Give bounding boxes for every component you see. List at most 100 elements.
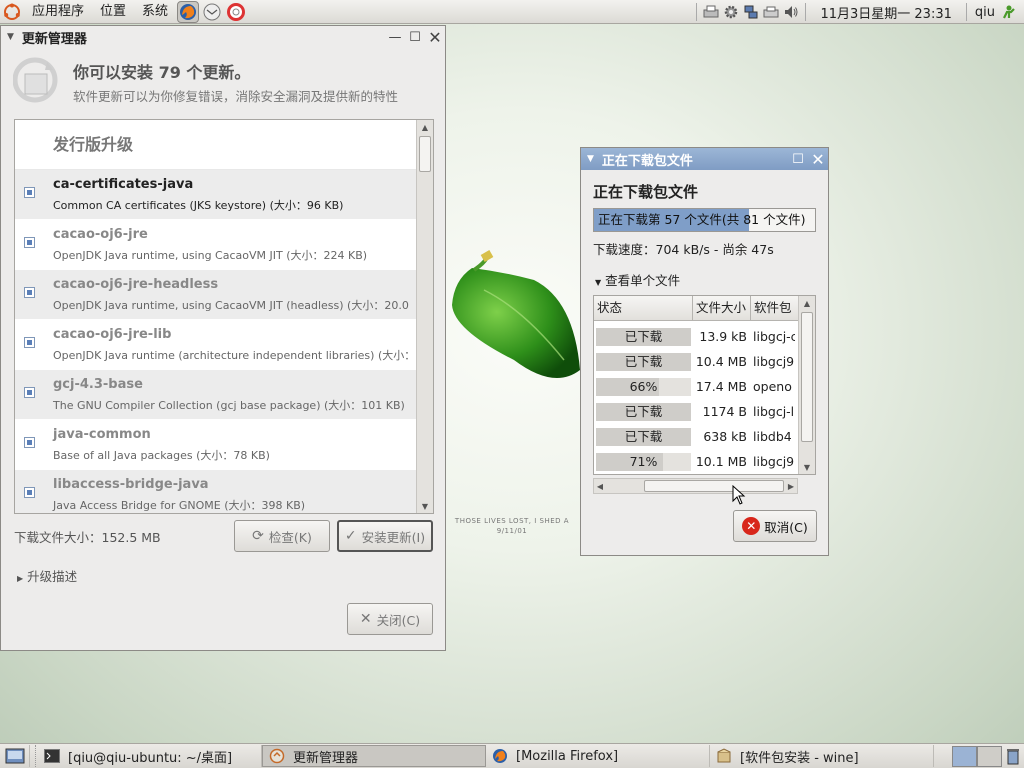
file-row[interactable]: 已下载 10.4 MB libgcj9 (594, 349, 798, 374)
file-status-text: 66% (629, 378, 658, 394)
package-checkbox[interactable] (24, 237, 35, 248)
task-update-manager[interactable]: 更新管理器 (262, 745, 486, 767)
dialog-heading: 正在下载包文件 (593, 183, 699, 201)
close-icon[interactable]: ✕ (425, 27, 445, 47)
file-table-hscrollbar[interactable]: ◀ ▶ (593, 478, 798, 494)
file-package: libgcj-c (753, 329, 795, 344)
file-table[interactable]: 状态 文件大小 软件包 已下载 13.9 kB libgcj-c 已下载 10.4 MB… (593, 295, 816, 475)
package-row[interactable]: cacao-oj6-jre-headless OpenJDK Java runt… (15, 270, 433, 320)
maximize-icon[interactable]: ☐ (405, 27, 425, 47)
window-menu-icon[interactable]: ▼ (7, 32, 14, 42)
volume-icon[interactable] (782, 4, 800, 20)
firefox-launcher-icon[interactable] (177, 0, 200, 23)
file-status: 已下载 (594, 327, 693, 346)
package-row[interactable]: gcj-4.3-base The GNU Compiler Collection… (15, 370, 433, 420)
progress-text: 正在下载第 57 个文件(共 81 个文件) (598, 212, 806, 227)
file-size: 1174 B (702, 404, 747, 419)
printer-icon[interactable] (702, 4, 720, 20)
file-size: 10.4 MB (695, 354, 747, 369)
view-files-expander[interactable]: ▼ 查看单个文件 (595, 270, 680, 289)
file-status-bar: 71% (596, 452, 691, 471)
column-size[interactable]: 文件大小 (693, 296, 751, 321)
package-checkbox[interactable] (24, 487, 35, 498)
package-checkbox[interactable] (24, 187, 35, 198)
network-icon[interactable] (742, 4, 760, 20)
scrollbar-thumb[interactable] (801, 312, 813, 442)
file-status: 66% (594, 377, 693, 396)
menu-applications[interactable]: 应用程序 (24, 0, 92, 24)
file-table-scrollbar[interactable]: ▲ ▼ (798, 296, 815, 474)
scroll-down-icon[interactable]: ▼ (799, 460, 815, 474)
package-checkbox[interactable] (24, 337, 35, 348)
file-row[interactable]: 71% 10.1 MB libgcj9 (594, 449, 798, 474)
column-package[interactable]: 软件包 (751, 296, 798, 321)
window-menu-icon[interactable]: ▼ (587, 154, 594, 164)
workspace-1[interactable] (952, 746, 977, 767)
check-button[interactable]: ⟳ 检查(K) (234, 520, 330, 552)
upgrade-description-expander[interactable]: ▶ 升级描述 (17, 566, 77, 585)
package-checkbox[interactable] (24, 387, 35, 398)
refresh-icon: ⟳ (252, 528, 264, 544)
menu-system[interactable]: 系统 (134, 0, 176, 24)
scroll-down-icon[interactable]: ▼ (417, 499, 433, 513)
scroll-up-icon[interactable]: ▲ (799, 296, 815, 310)
workspace-2[interactable] (977, 746, 1002, 767)
scrollbar-thumb[interactable] (419, 136, 431, 172)
help-launcher-icon[interactable] (225, 1, 247, 23)
install-updates-button[interactable]: ✓ 安装更新(I) (337, 520, 433, 552)
close-button-label: 关闭(C) (376, 612, 421, 628)
ubuntu-logo-icon[interactable] (1, 1, 23, 23)
minimize-icon[interactable]: — (385, 27, 405, 47)
download-dialog-titlebar[interactable]: ▼ 正在下载包文件 ☐ ✕ (581, 148, 828, 170)
gear-icon[interactable] (722, 4, 740, 20)
package-checkbox[interactable] (24, 437, 35, 448)
install-button-label: 安装更新(I) (361, 529, 426, 545)
task-firefox[interactable]: [Mozilla Firefox] (486, 745, 710, 767)
logout-icon[interactable] (1000, 4, 1018, 20)
top-panel: 应用程序 位置 系统 11月3日星期一 23:31 qiu (0, 0, 1024, 24)
check-button-label: 检查(K) (268, 529, 312, 545)
package-row[interactable]: cacao-oj6-jre OpenJDK Java runtime, usin… (15, 220, 433, 270)
file-status: 已下载 (594, 402, 693, 421)
checkmark-icon: ✓ (344, 528, 357, 544)
file-row[interactable]: 已下载 13.9 kB libgcj-c (594, 324, 798, 349)
package-list-scrollbar[interactable]: ▲ ▼ (416, 120, 433, 513)
package-row[interactable]: ca-certificates-java Common CA certifica… (15, 170, 433, 220)
file-row[interactable]: 已下载 638 kB libdb4 (594, 424, 798, 449)
download-size: 下载文件大小：152.5 MB (14, 530, 161, 545)
package-list[interactable]: 发行版升级 ca-certificates-java Common CA cer… (14, 119, 434, 514)
column-status[interactable]: 状态 (594, 296, 693, 321)
task-wine-installer[interactable]: [软件包安装 - wine] (710, 745, 934, 767)
maximize-icon[interactable]: ☐ (788, 149, 808, 169)
close-button[interactable]: ✕ 关闭(C) (347, 603, 433, 635)
wallpaper-caption: THOSE LIVES LOST, I SHED A 9/11/01 (447, 516, 577, 536)
file-status-bar: 66% (596, 377, 691, 396)
file-row[interactable]: 已下载 1174 B libgcj-l (594, 399, 798, 424)
package-row[interactable]: libaccess-bridge-java Java Access Bridge… (15, 470, 433, 513)
user-menu[interactable]: qiu (971, 5, 999, 20)
workspace-switcher[interactable] (952, 746, 1002, 767)
wallpaper-leaf-image (444, 250, 584, 400)
scroll-up-icon[interactable]: ▲ (417, 120, 433, 134)
printer-queue-icon[interactable] (762, 4, 780, 20)
package-row[interactable]: cacao-oj6-jre-lib OpenJDK Java runtime (… (15, 320, 433, 370)
package-row[interactable]: java-common Base of all Java packages (大… (15, 420, 433, 470)
show-desktop-icon[interactable] (0, 745, 30, 767)
package-name: cacao-oj6-jre-headless (53, 277, 219, 292)
file-row[interactable]: 66% 17.4 MB openo (594, 374, 798, 399)
close-icon[interactable]: ✕ (808, 149, 828, 169)
package-checkbox[interactable] (24, 287, 35, 298)
cancel-button-label: 取消(C) (764, 519, 808, 535)
cancel-button[interactable]: ✕ 取消(C) (733, 510, 817, 542)
scroll-left-icon[interactable]: ◀ (594, 479, 606, 493)
menu-places[interactable]: 位置 (92, 0, 134, 24)
trash-icon[interactable] (1004, 746, 1022, 766)
task-terminal[interactable]: [qiu@qiu-ubuntu: ~/桌面] (38, 745, 262, 767)
wallpaper-caption-line-1: THOSE LIVES LOST, I SHED A (454, 517, 570, 525)
update-count-headline: 你可以安装 79 个更新。 (73, 63, 251, 82)
clock[interactable]: 11月3日星期一 23:31 (810, 3, 961, 22)
mail-launcher-icon[interactable] (201, 1, 223, 23)
scrollbar-thumb[interactable] (644, 480, 784, 492)
scroll-right-icon[interactable]: ▶ (785, 479, 797, 493)
update-manager-titlebar[interactable]: ▼ 更新管理器 — ☐ ✕ (1, 26, 445, 48)
